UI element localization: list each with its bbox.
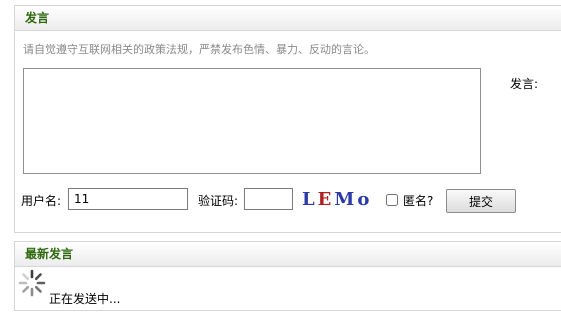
post-panel: 发言 请自觉遵守互联网相关的政策法规，严禁发布色情、暴力、反动的言论。 发言: … [14, 5, 561, 233]
post-panel-title: 发言 [15, 6, 561, 31]
sending-status: 正在发送中... [49, 292, 121, 306]
message-side-label: 发言: [510, 77, 539, 91]
captcha-char-3: Mo [334, 189, 373, 210]
anonymous-label: 匿名? [403, 194, 434, 208]
captcha-image[interactable]: LEMo [302, 187, 372, 213]
captcha-label: 验证码: [198, 194, 239, 208]
username-input[interactable] [68, 188, 188, 210]
captcha-char-1: L [302, 189, 318, 210]
captcha-char-2: E [317, 189, 335, 210]
latest-posts-panel: 最新发言 正在发送中... [14, 241, 561, 311]
message-textarea[interactable] [23, 68, 481, 174]
posting-rules-notice: 请自觉遵守互联网相关的政策法规，严禁发布色情、暴力、反动的言论。 [23, 43, 375, 56]
anonymous-checkbox[interactable] [386, 194, 398, 206]
submit-button[interactable]: 提交 [446, 189, 516, 213]
latest-posts-title: 最新发言 [15, 242, 561, 267]
loading-spinner-icon [18, 269, 46, 297]
captcha-input[interactable] [244, 188, 293, 210]
username-label: 用户名: [21, 194, 62, 208]
